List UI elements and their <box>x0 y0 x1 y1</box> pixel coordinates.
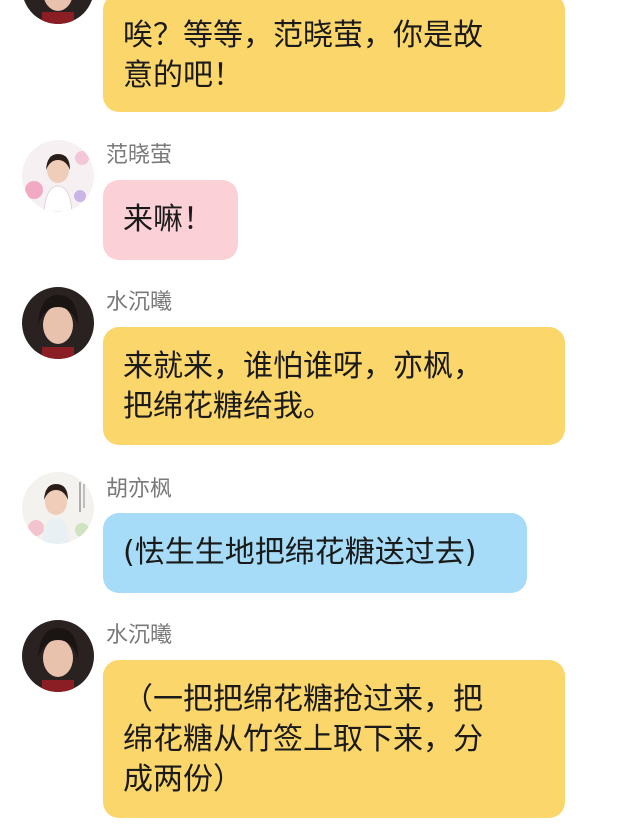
dark-haired-woman-avatar-icon[interactable] <box>22 0 94 24</box>
dark-haired-woman-avatar-icon[interactable] <box>22 287 94 359</box>
sender-name: 水沉曦 <box>106 290 173 315</box>
message-bubble[interactable]: (怯生生地把绵花糖送过去) <box>103 513 527 593</box>
young-man-floral-avatar-icon[interactable] <box>22 472 94 544</box>
message-bubble[interactable]: （一把把绵花糖抢过来，把 绵花糖从竹签上取下来，分 成两份） <box>103 660 565 818</box>
message-bubble[interactable]: 唉？等等，范晓萤，你是故 意的吧！ <box>103 0 565 112</box>
sender-name: 水沉曦 <box>106 623 173 648</box>
sender-name: 范晓萤 <box>106 143 173 168</box>
sender-name: 胡亦枫 <box>106 477 173 502</box>
message-bubble[interactable]: 来嘛！ <box>103 180 238 260</box>
chat-conversation: 唉？等等，范晓萤，你是故 意的吧！ 范晓萤 来嘛！ 水沉曦 来就来，谁怕谁呀，亦… <box>0 0 640 829</box>
message-bubble[interactable]: 来就来，谁怕谁呀，亦枫， 把绵花糖给我。 <box>103 327 565 445</box>
girl-floral-avatar-icon[interactable] <box>22 140 94 212</box>
dark-haired-woman-avatar-icon[interactable] <box>22 620 94 692</box>
